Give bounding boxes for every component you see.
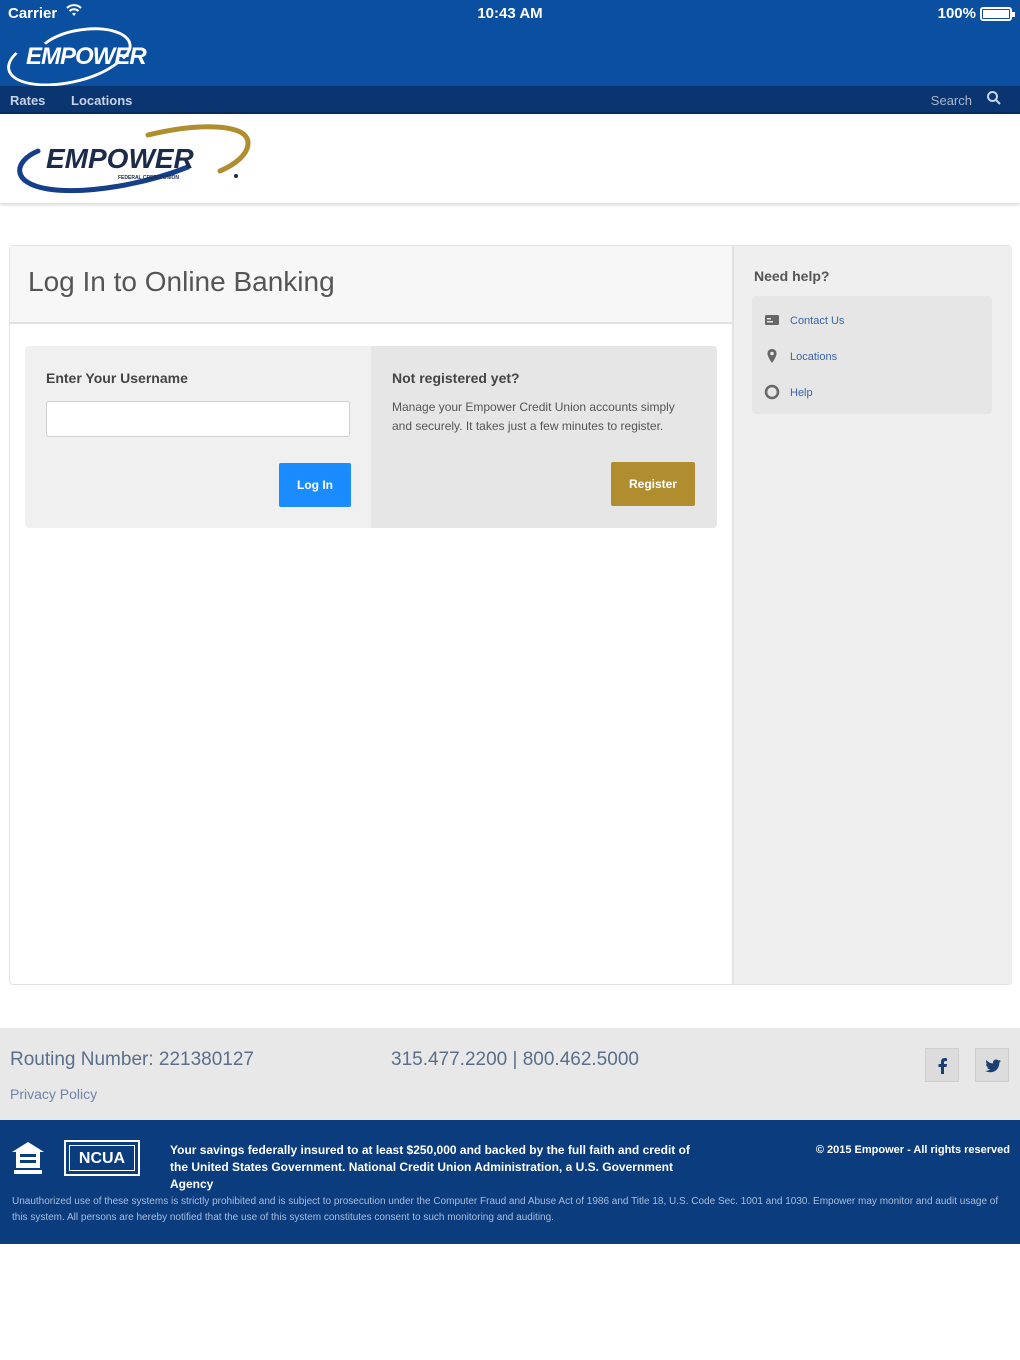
register-description: Manage your Empower Credit Union account… <box>392 400 675 433</box>
lifebuoy-icon <box>764 384 780 400</box>
equal-housing-lender-icon <box>12 1142 44 1174</box>
register-panel: Not registered yet? Manage your Empower … <box>371 346 717 528</box>
site-header: EMPOWER FEDERAL CREDIT UNION <box>0 115 1020 203</box>
login-section: Log In to Online Banking Enter Your User… <box>10 246 732 984</box>
status-bar: Carrier 10:43 AM 100% <box>0 0 1020 28</box>
search-icon[interactable] <box>986 90 1002 106</box>
help-item-label: Help <box>790 387 813 399</box>
ncua-logo: NCUA <box>64 1140 140 1176</box>
login-button[interactable]: Log In <box>279 463 351 507</box>
username-form: Enter Your Username Log In <box>25 346 371 528</box>
main-panel: Log In to Online Banking Enter Your User… <box>9 245 1012 985</box>
nav-rates[interactable]: Rates <box>10 93 45 108</box>
battery-percent: 100% <box>937 5 976 22</box>
help-title: Need help? <box>754 268 830 284</box>
map-pin-icon <box>767 349 777 363</box>
privacy-policy-link[interactable]: Privacy Policy <box>10 1086 97 1102</box>
register-button[interactable]: Register <box>611 462 695 506</box>
help-sidebar: Need help? Contact Us Locations Help <box>732 246 1012 984</box>
search-link[interactable]: Search <box>931 93 972 108</box>
brand-name: EMPOWER <box>46 143 195 174</box>
help-item-label: Locations <box>790 351 838 363</box>
register-title: Not registered yet? <box>392 370 520 386</box>
battery-icon <box>980 7 1015 21</box>
twitter-icon <box>985 1059 1001 1073</box>
login-title-bar: Log In to Online Banking <box>10 246 732 324</box>
help-item-label: Contact Us <box>790 315 845 327</box>
app-logo[interactable]: EMPOWER <box>1 17 147 97</box>
copyright: © 2015 Empower - All rights reserved <box>815 1144 1010 1156</box>
facebook-icon <box>938 1058 947 1074</box>
clock: 10:43 AM <box>477 5 543 22</box>
routing-number: Routing Number: 221380127 <box>10 1049 255 1070</box>
contact-card-icon <box>765 315 779 325</box>
top-nav: Rates Locations Search <box>0 86 1020 114</box>
page-title: Log In to Online Banking <box>28 266 335 297</box>
footer-contact: Routing Number: 221380127 315.477.2200 |… <box>0 1028 1020 1120</box>
help-links: Contact Us Locations Help <box>752 296 992 414</box>
app-logo-text: EMPOWER <box>26 43 147 70</box>
footer-legal: NCUA Your savings federally insured to a… <box>0 1120 1020 1244</box>
username-label: Enter Your Username <box>46 370 188 386</box>
ncua-text: NCUA <box>69 1145 135 1171</box>
username-input[interactable] <box>46 401 350 437</box>
insurance-notice: Your savings federally insured to at lea… <box>170 1143 690 1191</box>
empower-logo[interactable]: EMPOWER FEDERAL CREDIT UNION <box>8 121 258 197</box>
legal-disclaimer: Unauthorized use of these systems is str… <box>12 1196 999 1223</box>
facebook-button[interactable] <box>925 1048 959 1082</box>
brand-tagline: FEDERAL CREDIT UNION <box>118 175 179 181</box>
app-header: Carrier 10:43 AM 100% EMPOWER <box>0 0 1020 97</box>
twitter-button[interactable] <box>975 1048 1009 1082</box>
login-box: Enter Your Username Log In Not registere… <box>25 346 717 528</box>
nav-locations[interactable]: Locations <box>71 93 132 108</box>
phone-numbers[interactable]: 315.477.2200 | 800.462.5000 <box>391 1049 639 1071</box>
